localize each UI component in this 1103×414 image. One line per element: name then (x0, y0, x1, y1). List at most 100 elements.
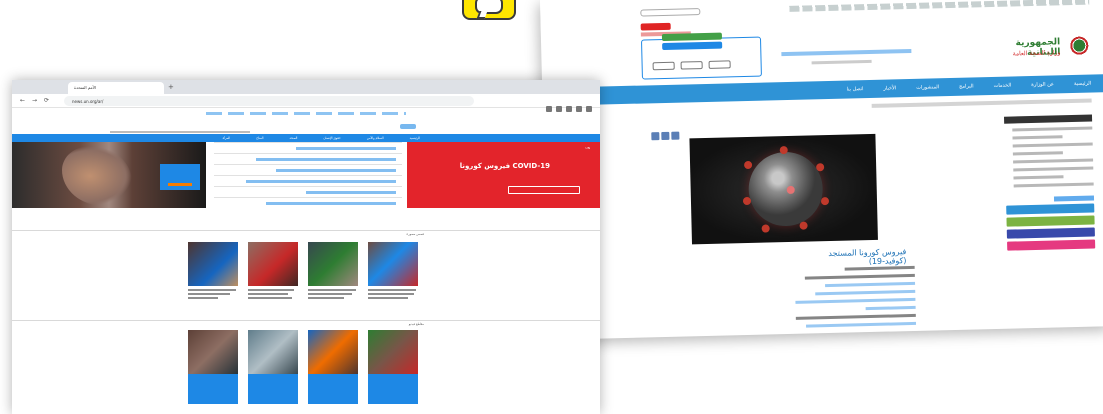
video-card[interactable] (368, 330, 418, 404)
hands-image (62, 146, 132, 206)
nav-item[interactable]: الأخبار (883, 85, 896, 91)
share-icons (651, 125, 681, 141)
story-card[interactable] (188, 242, 238, 299)
headline-link[interactable] (266, 202, 396, 205)
extension-icon[interactable] (556, 106, 562, 112)
virus-spike (743, 160, 753, 170)
sidebar-link[interactable] (1012, 126, 1093, 132)
nav-item[interactable]: المرأة (223, 136, 231, 140)
story-image (308, 242, 358, 286)
url-text: news.un.org/ar/ (72, 99, 104, 104)
new-tab-icon[interactable]: + (168, 83, 174, 91)
article-link[interactable] (825, 281, 916, 288)
top-menu-links[interactable] (206, 112, 406, 115)
video-thumbnail (368, 330, 418, 374)
section-divider (12, 230, 600, 231)
sidebar-header (1003, 114, 1093, 124)
story-card[interactable] (368, 242, 418, 299)
profile-icon[interactable] (576, 106, 582, 112)
browser-tab-active[interactable]: الأمم المتحدة (68, 82, 164, 94)
nav-item[interactable]: الرئيسية (410, 136, 420, 140)
sidebar-link[interactable] (1013, 158, 1094, 164)
site-logo[interactable] (400, 124, 416, 129)
share-icon[interactable] (651, 132, 660, 141)
extension-icon[interactable] (566, 106, 572, 112)
language-toggle[interactable] (640, 8, 701, 17)
menu-icon[interactable] (586, 106, 592, 112)
search-field-2[interactable] (680, 61, 703, 70)
nav-item[interactable]: السلام والأمن (367, 136, 384, 140)
tab-title: الأمم المتحدة (74, 85, 97, 90)
print-icon[interactable] (661, 131, 670, 141)
headline-link[interactable] (276, 169, 396, 172)
article-link[interactable] (806, 321, 917, 328)
chat-bubble-icon[interactable] (462, 0, 516, 20)
video-card[interactable] (188, 330, 238, 404)
sidebar-link[interactable] (1012, 151, 1063, 156)
feature-title[interactable]: فيروس كورونا COVID-19 (460, 162, 550, 170)
sidebar-pill-button[interactable] (1006, 227, 1095, 239)
sidebar-link[interactable] (1013, 182, 1094, 188)
feature-button[interactable] (508, 186, 580, 194)
sidebar-pill-button[interactable] (1007, 239, 1096, 251)
sidebar-link[interactable] (1013, 175, 1064, 180)
search-field-1[interactable] (652, 61, 675, 71)
sidebar-link[interactable] (1013, 166, 1094, 172)
address-bar[interactable]: news.un.org/ar/ (64, 96, 474, 106)
article-link[interactable] (815, 289, 916, 296)
site-top-menu (12, 108, 600, 120)
divider (110, 131, 250, 133)
email-icon[interactable] (671, 131, 680, 140)
sidebar-pill-button[interactable] (1006, 203, 1095, 215)
ministry-website-window: الجمهورية اللبنانية وزارة الصحة العامة ا… (540, 0, 1103, 340)
headline-link[interactable] (296, 147, 396, 150)
nav-item[interactable]: البرامج (959, 83, 974, 89)
nav-item[interactable]: حقوق الإنسان (323, 136, 340, 140)
hotline-badge[interactable] (640, 22, 671, 31)
green-tab-button[interactable] (661, 32, 723, 42)
reload-icon[interactable]: ⟳ (44, 97, 49, 104)
sidebar-link[interactable] (1012, 135, 1063, 140)
nav-item[interactable]: عن الوزارة (1031, 81, 1054, 88)
sidebar-section-title (1053, 195, 1095, 202)
extension-icon[interactable] (546, 106, 552, 112)
headline-list (214, 142, 402, 208)
sidebar-pill-button[interactable] (1006, 215, 1095, 227)
blue-tab-button[interactable] (662, 41, 723, 51)
story-caption (308, 289, 358, 299)
article-line (795, 313, 916, 320)
video-card[interactable] (308, 330, 358, 404)
story-caption (248, 289, 298, 299)
back-icon[interactable]: ← (20, 97, 25, 104)
article-link[interactable] (865, 305, 916, 311)
virus-spike (761, 224, 770, 233)
story-card[interactable] (308, 242, 358, 299)
search-field-3[interactable] (708, 60, 731, 69)
nav-item[interactable]: الصحة (289, 136, 297, 140)
nav-item[interactable]: الرئيسية (1074, 81, 1091, 87)
headline-link[interactable] (256, 158, 396, 161)
site-logo-area (12, 120, 600, 134)
virus-spike (742, 196, 752, 206)
top-links-row[interactable] (789, 0, 1090, 12)
sidebar-link[interactable] (1012, 142, 1093, 148)
story-image (368, 242, 418, 286)
hero-photo-badge[interactable] (160, 164, 200, 190)
story-card[interactable] (248, 242, 298, 299)
nav-item[interactable]: المناخ (256, 136, 263, 140)
forward-icon[interactable]: → (32, 97, 37, 104)
headline-link[interactable] (306, 191, 396, 194)
badge-button[interactable] (168, 183, 192, 186)
nav-item[interactable]: الخدمات (994, 83, 1012, 89)
breadcrumb[interactable] (871, 98, 1092, 108)
nav-item[interactable]: اتصل بنا (847, 86, 864, 92)
video-card[interactable] (248, 330, 298, 404)
video-thumbnail (248, 330, 298, 374)
headline-link[interactable] (246, 180, 396, 183)
virus-spike (799, 221, 808, 230)
article-link[interactable] (795, 297, 916, 304)
nav-item[interactable]: المنشورات (916, 84, 939, 91)
browser-window: الأمم المتحدة + ← → ⟳ news.un.org/ar/ ال… (12, 80, 600, 414)
hero-photo[interactable] (12, 142, 206, 208)
ministry-logo[interactable] (1068, 34, 1091, 60)
